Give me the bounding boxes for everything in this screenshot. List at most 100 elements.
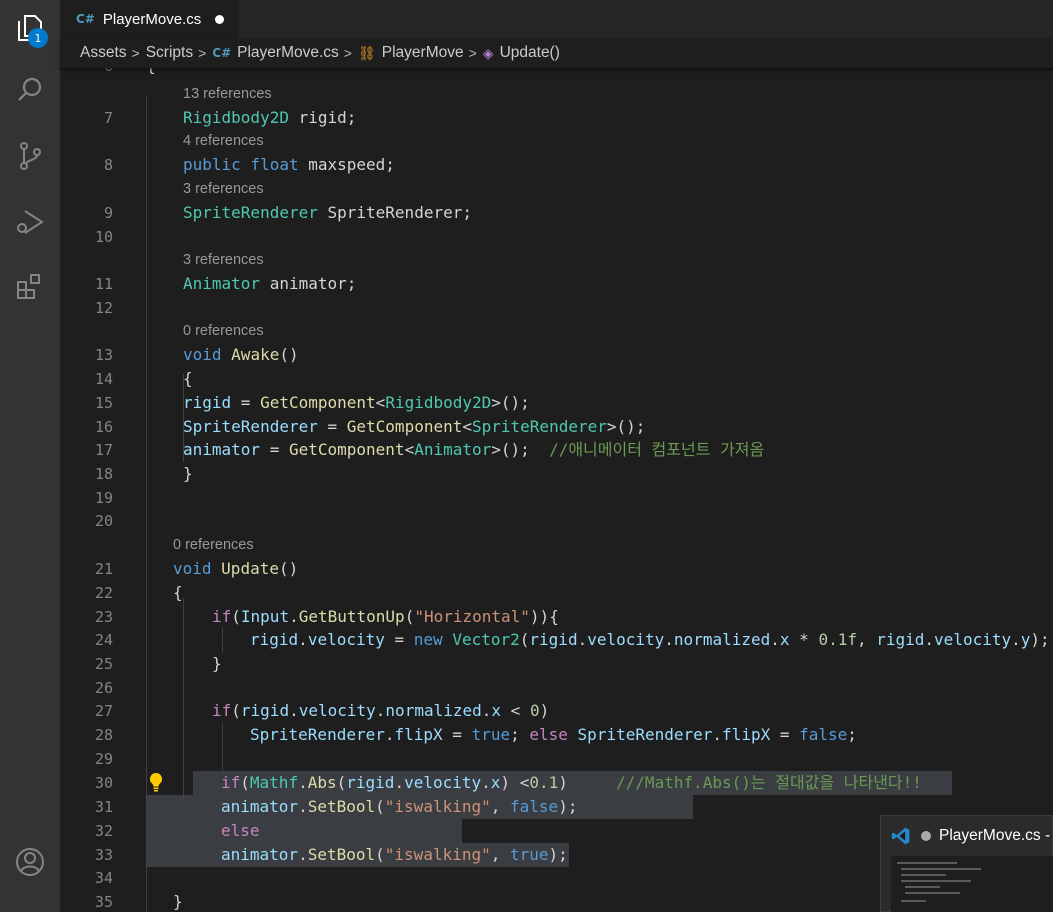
csharp-file-icon: C# bbox=[76, 12, 95, 26]
code-line[interactable]: Rigidbody2D rigid; bbox=[183, 106, 356, 130]
codelens-references[interactable]: 3 references bbox=[183, 179, 264, 199]
code-line[interactable]: if(rigid.velocity.normalized.x < 0) bbox=[212, 699, 549, 723]
code-editor[interactable]: 6{713 referencesRigidbody2D rigid;84 ref… bbox=[60, 68, 1053, 912]
code-line[interactable]: { bbox=[173, 581, 183, 605]
code-line[interactable]: animator.SetBool("iswalking", false); bbox=[221, 795, 577, 819]
line-number: 33 bbox=[94, 846, 113, 864]
code-token: SetBool bbox=[307, 797, 376, 816]
breadcrumb-assets[interactable]: Assets bbox=[80, 44, 127, 62]
code-token: ) < bbox=[500, 773, 530, 792]
preview-thumbnail bbox=[891, 856, 1053, 912]
line-number: 24 bbox=[94, 631, 113, 649]
code-line[interactable]: rigid = GetComponent<Rigidbody2D>(); bbox=[183, 391, 530, 415]
code-token: )) bbox=[529, 607, 550, 626]
extensions-icon[interactable] bbox=[12, 268, 48, 304]
code-token: if bbox=[221, 773, 241, 792]
code-token: GetComponent bbox=[260, 393, 376, 412]
code-line[interactable]: if(Mathf.Abs(rigid.velocity.x) <0.1) ///… bbox=[221, 771, 922, 795]
code-token: flipX bbox=[722, 725, 771, 744]
code-line[interactable]: rigid.velocity = new Vector2(rigid.veloc… bbox=[250, 628, 1050, 652]
breadcrumb-method[interactable]: Update() bbox=[500, 44, 560, 62]
code-token: animator bbox=[183, 440, 261, 459]
code-token: . bbox=[289, 607, 299, 626]
code-token: . bbox=[924, 630, 935, 649]
codelens-references[interactable]: 13 references bbox=[183, 84, 272, 104]
code-token: < bbox=[404, 440, 415, 459]
taskbar-preview[interactable]: PlayerMove.cs - bbox=[880, 815, 1053, 912]
code-line[interactable]: void Awake() bbox=[183, 343, 299, 367]
line-number: 29 bbox=[94, 750, 113, 768]
code-token: ///Mathf.Abs()는 절대값을 나타낸다!! bbox=[616, 773, 922, 792]
code-token: ( bbox=[375, 845, 385, 864]
activity-bar: 1 bbox=[0, 0, 60, 912]
code-line[interactable]: SpriteRenderer SpriteRenderer; bbox=[183, 201, 472, 225]
thumbnail-line bbox=[901, 880, 971, 882]
code-token: void bbox=[173, 559, 212, 578]
code-line[interactable]: animator.SetBool("iswalking", true); bbox=[221, 843, 568, 867]
code-token: velocity bbox=[934, 630, 1012, 649]
code-token: = bbox=[770, 725, 800, 744]
code-token: animator; bbox=[260, 274, 357, 293]
thumbnail-line bbox=[905, 892, 960, 894]
run-debug-icon[interactable] bbox=[12, 204, 48, 240]
code-token: float bbox=[250, 155, 299, 174]
code-line[interactable]: public float maxspeed; bbox=[183, 153, 395, 177]
code-line[interactable]: else bbox=[221, 819, 260, 843]
search-icon[interactable] bbox=[12, 72, 48, 108]
code-token: void bbox=[183, 345, 222, 364]
breadcrumb-class[interactable]: PlayerMove bbox=[382, 44, 464, 62]
source-control-icon[interactable] bbox=[12, 138, 48, 174]
code-token: . bbox=[577, 630, 588, 649]
account-icon[interactable] bbox=[12, 844, 48, 880]
lightbulb-icon[interactable] bbox=[147, 772, 165, 792]
code-line[interactable]: SpriteRenderer = GetComponent<SpriteRend… bbox=[183, 415, 645, 439]
code-line[interactable]: if(Input.GetButtonUp("Horizontal")){ bbox=[212, 605, 559, 629]
breadcrumb-file[interactable]: PlayerMove.cs bbox=[237, 44, 339, 62]
breadcrumb: Assets > Scripts > C# PlayerMove.cs > ⛓ … bbox=[60, 38, 1053, 68]
codelens-references[interactable]: 3 references bbox=[183, 250, 264, 270]
tab-playermove[interactable]: C# PlayerMove.cs bbox=[60, 0, 238, 38]
line-number: 12 bbox=[94, 299, 113, 317]
line-number: 9 bbox=[103, 204, 113, 222]
code-line[interactable]: { bbox=[146, 68, 156, 78]
code-line[interactable]: SpriteRenderer.flipX = true; else Sprite… bbox=[250, 723, 857, 747]
line-number: 16 bbox=[94, 418, 113, 436]
unsaved-dot-icon[interactable] bbox=[215, 14, 225, 24]
line-number: 7 bbox=[103, 109, 113, 127]
code-token: Mathf bbox=[249, 773, 299, 792]
code-token: false bbox=[510, 797, 559, 816]
line-number: 34 bbox=[94, 869, 113, 887]
code-token: "iswalking" bbox=[384, 845, 491, 864]
codelens-references[interactable]: 4 references bbox=[183, 131, 264, 151]
code-token: ( bbox=[336, 773, 347, 792]
code-token: SpriteRenderer; bbox=[317, 203, 472, 222]
code-line[interactable]: } bbox=[173, 890, 183, 912]
code-token: < bbox=[501, 701, 530, 720]
code-line[interactable]: } bbox=[183, 462, 193, 486]
breadcrumb-scripts[interactable]: Scripts bbox=[146, 44, 193, 62]
code-line[interactable]: void Update() bbox=[173, 557, 298, 581]
code-token: = bbox=[442, 725, 472, 744]
code-token: } bbox=[212, 654, 222, 673]
indent-guide bbox=[222, 723, 223, 771]
chevron-right-icon: > bbox=[468, 45, 477, 61]
thumbnail-line bbox=[901, 900, 926, 902]
code-line[interactable]: { bbox=[183, 367, 193, 391]
code-token: new bbox=[413, 630, 443, 649]
codelens-references[interactable]: 0 references bbox=[173, 535, 254, 555]
code-line[interactable]: Animator animator; bbox=[183, 272, 356, 296]
code-token: flipX bbox=[394, 725, 443, 744]
code-token: { bbox=[183, 369, 193, 388]
chevron-right-icon: > bbox=[131, 45, 140, 61]
code-token: if bbox=[212, 701, 232, 720]
code-token: >(); bbox=[606, 417, 646, 436]
tab-bar: C# PlayerMove.cs bbox=[60, 0, 1053, 38]
code-token: rigid bbox=[240, 701, 290, 720]
preview-title: PlayerMove.cs - bbox=[939, 827, 1051, 844]
code-line[interactable]: animator = GetComponent<Animator>(); //애… bbox=[183, 438, 764, 462]
line-number: 11 bbox=[94, 275, 113, 293]
code-token: x bbox=[779, 630, 790, 649]
code-line[interactable]: } bbox=[212, 652, 222, 676]
codelens-references[interactable]: 0 references bbox=[183, 321, 264, 341]
